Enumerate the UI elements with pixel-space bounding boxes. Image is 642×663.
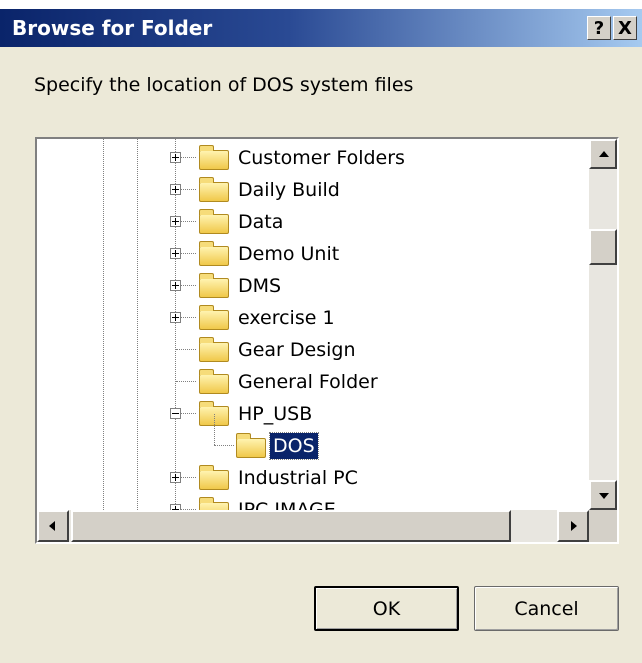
dialog-prompt: Specify the location of DOS system files [34,74,414,96]
scroll-right-icon [571,521,577,531]
scroll-up-button[interactable] [589,139,617,169]
folder-tree[interactable]: Customer Folders Daily Build Data Demo Unit… [35,137,619,544]
tree-item[interactable]: Customer Folders [37,142,589,174]
expand-icon[interactable] [170,216,181,227]
folder-tree-viewport[interactable]: Customer Folders Daily Build Data Demo Unit… [37,139,589,510]
scrollbar-corner [589,510,617,542]
folder-icon [199,209,229,234]
expand-icon[interactable] [170,152,181,163]
scroll-up-icon [599,151,609,157]
tree-item[interactable]: Gear Design [37,334,589,366]
folder-icon [199,369,229,394]
tree-item-label[interactable]: IPC IMAGE [238,497,336,510]
tree-item-label[interactable]: Customer Folders [238,145,405,171]
title-bar[interactable]: Browse for Folder ? X [0,9,642,47]
close-button[interactable]: X [613,16,637,40]
scroll-left-button[interactable] [37,510,69,542]
folder-icon [199,273,229,298]
ok-button[interactable]: OK [314,586,459,631]
tree-item-label[interactable]: Data [238,209,283,235]
cancel-button[interactable]: Cancel [474,586,619,631]
folder-icon [199,145,229,170]
expand-icon[interactable] [170,312,181,323]
tree-connector [214,414,215,445]
tree-item-label[interactable]: DMS [238,273,281,299]
tree-connector [176,349,196,350]
tree-item[interactable]: Daily Build [37,174,589,206]
tree-item[interactable]: IPC IMAGE [37,494,589,510]
tree-connector [176,381,196,382]
help-button[interactable]: ? [587,16,611,40]
horizontal-scroll-thumb[interactable] [71,510,511,542]
tree-item[interactable]: HP_USB [37,398,589,430]
tree-item[interactable]: General Folder [37,366,589,398]
folder-icon [199,305,229,330]
tree-item-label[interactable]: Gear Design [238,337,356,363]
folder-icon [236,433,266,458]
folder-icon [199,465,229,490]
folder-icon [199,241,229,266]
tree-item-label[interactable]: General Folder [238,369,378,395]
top-strip [0,0,642,9]
collapse-icon[interactable] [170,408,181,419]
tree-item[interactable]: Demo Unit [37,238,589,270]
folder-icon [199,337,229,362]
expand-icon[interactable] [170,184,181,195]
vertical-scroll-thumb[interactable] [589,229,617,265]
tree-item-label[interactable]: exercise 1 [238,305,335,331]
tree-item-label[interactable]: Daily Build [238,177,340,203]
scroll-down-icon [599,493,609,499]
scroll-right-button[interactable] [557,510,589,542]
dialog-title: Browse for Folder [12,16,213,40]
tree-item[interactable]: DMS [37,270,589,302]
expand-icon[interactable] [170,280,181,291]
tree-item-label[interactable]: Demo Unit [238,241,339,267]
tree-item[interactable]: Industrial PC [37,462,589,494]
folder-icon [199,497,229,510]
tree-item-label[interactable]: DOS [269,432,319,460]
scroll-down-button[interactable] [589,480,617,510]
expand-icon[interactable] [170,472,181,483]
expand-icon[interactable] [170,248,181,259]
tree-item[interactable]: Data [37,206,589,238]
tree-item[interactable]: exercise 1 [37,302,589,334]
vertical-scrollbar[interactable] [589,139,617,510]
tree-item-label[interactable]: HP_USB [238,401,312,427]
tree-item[interactable]: DOS [37,414,589,462]
folder-icon [199,177,229,202]
scroll-left-icon [49,521,55,531]
tree-item-label[interactable]: Industrial PC [238,465,358,491]
tree-connector [214,445,234,446]
horizontal-scrollbar[interactable] [37,510,589,542]
